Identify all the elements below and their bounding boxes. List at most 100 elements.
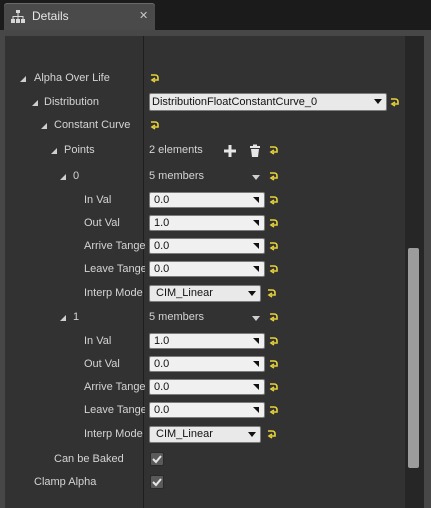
- property-label: Alpha Over Life: [34, 72, 110, 84]
- point-summary: 5 members: [149, 311, 205, 323]
- field-value: 0.0: [154, 240, 170, 252]
- row-arrive-tangent: Arrive Tange 0.0: [5, 236, 405, 259]
- can-be-baked-checkbox[interactable]: [150, 452, 164, 466]
- expand-arrow-icon[interactable]: [20, 76, 26, 82]
- plus-icon[interactable]: [223, 144, 237, 158]
- tab-title: Details: [32, 9, 69, 23]
- field-value: 0.0: [154, 194, 170, 206]
- out-val-field[interactable]: 1.0: [149, 215, 265, 231]
- row-clamp-alpha: Clamp Alpha: [5, 472, 405, 495]
- drag-handle-icon: [253, 384, 259, 390]
- clamp-alpha-checkbox[interactable]: [150, 475, 164, 489]
- field-value: 0.0: [154, 381, 170, 393]
- expand-arrow-icon[interactable]: [60, 315, 66, 321]
- in-val-field[interactable]: 0.0: [149, 192, 265, 208]
- row-out-val: Out Val 0.0: [5, 354, 405, 377]
- row-interp-mode: Interp Mode CIM_Linear: [5, 424, 405, 447]
- reset-to-default-icon[interactable]: [267, 403, 281, 417]
- close-icon[interactable]: ✕: [139, 9, 148, 22]
- row-point-1: 1 5 members: [5, 307, 405, 330]
- row-leave-tangent: Leave Tange 0.0: [5, 259, 405, 282]
- reset-to-default-icon[interactable]: [267, 193, 281, 207]
- reset-to-default-icon[interactable]: [267, 262, 281, 276]
- leave-tangent-field[interactable]: 0.0: [149, 402, 265, 418]
- row-in-val: In Val 1.0: [5, 331, 405, 354]
- expand-arrow-icon[interactable]: [41, 123, 47, 129]
- row-leave-tangent: Leave Tange 0.0: [5, 400, 405, 423]
- chevron-down-icon: [248, 291, 256, 296]
- interp-mode-value: CIM_Linear: [156, 287, 213, 299]
- distribution-dropdown[interactable]: DistributionFloatConstantCurve_0: [149, 93, 387, 111]
- drag-handle-icon: [253, 361, 259, 367]
- chevron-down-icon[interactable]: [252, 175, 260, 180]
- property-label: Out Val: [84, 358, 120, 370]
- row-in-val: In Val 0.0: [5, 190, 405, 213]
- point-summary: 5 members: [149, 170, 205, 182]
- row-constant-curve: Constant Curve: [5, 115, 405, 138]
- points-count: 2 elements: [149, 144, 203, 156]
- reset-to-default-icon[interactable]: [148, 118, 162, 132]
- hierarchy-icon: [11, 10, 25, 23]
- checkmark-icon: [152, 478, 162, 487]
- tab-bar: Details ✕: [0, 0, 431, 30]
- property-label: Can be Baked: [54, 453, 124, 465]
- interp-mode-value: CIM_Linear: [156, 428, 213, 440]
- reset-to-default-icon[interactable]: [267, 143, 281, 157]
- chevron-down-icon: [374, 99, 382, 104]
- expand-arrow-icon[interactable]: [51, 148, 57, 154]
- reset-to-default-icon[interactable]: [267, 216, 281, 230]
- reset-to-default-icon[interactable]: [267, 357, 281, 371]
- leave-tangent-field[interactable]: 0.0: [149, 261, 265, 277]
- out-val-field[interactable]: 0.0: [149, 356, 265, 372]
- chevron-down-icon[interactable]: [252, 316, 260, 321]
- row-distribution: Distribution DistributionFloatConstantCu…: [5, 92, 405, 115]
- reset-to-default-icon[interactable]: [267, 169, 281, 183]
- row-can-be-baked: Can be Baked: [5, 449, 405, 472]
- chevron-down-icon: [248, 432, 256, 437]
- scrollbar[interactable]: [405, 36, 424, 508]
- reset-to-default-icon[interactable]: [267, 239, 281, 253]
- field-value: 1.0: [154, 217, 170, 229]
- row-alpha-over-life: Alpha Over Life: [5, 68, 405, 91]
- property-label: Clamp Alpha: [34, 476, 97, 488]
- trash-icon[interactable]: [248, 144, 262, 158]
- property-label: Leave Tange: [84, 404, 145, 416]
- expand-arrow-icon[interactable]: [32, 100, 38, 106]
- distribution-value: DistributionFloatConstantCurve_0: [152, 96, 318, 108]
- interp-mode-dropdown[interactable]: CIM_Linear: [149, 426, 261, 443]
- field-value: 0.0: [154, 358, 170, 370]
- property-label: Distribution: [44, 96, 100, 108]
- checkmark-icon: [152, 455, 162, 464]
- drag-handle-icon: [253, 266, 259, 272]
- reset-to-default-icon[interactable]: [388, 95, 402, 109]
- arrive-tangent-field[interactable]: 0.0: [149, 238, 265, 254]
- reset-to-default-icon[interactable]: [265, 286, 279, 300]
- tab-details[interactable]: Details ✕: [4, 3, 155, 30]
- reset-to-default-icon[interactable]: [265, 427, 279, 441]
- reset-to-default-icon[interactable]: [267, 380, 281, 394]
- reset-to-default-icon[interactable]: [148, 71, 162, 85]
- drag-handle-icon: [253, 220, 259, 226]
- field-value: 1.0: [154, 335, 170, 347]
- in-val-field[interactable]: 1.0: [149, 333, 265, 349]
- field-value: 0.0: [154, 263, 170, 275]
- drag-handle-icon: [253, 243, 259, 249]
- reset-to-default-icon[interactable]: [267, 334, 281, 348]
- drag-handle-icon: [253, 407, 259, 413]
- reset-to-default-icon[interactable]: [267, 310, 281, 324]
- scrollbar-thumb[interactable]: [408, 248, 419, 468]
- property-label: In Val: [84, 335, 112, 347]
- interp-mode-dropdown[interactable]: CIM_Linear: [149, 285, 261, 302]
- property-label: Arrive Tange: [84, 240, 145, 252]
- row-arrive-tangent: Arrive Tange 0.0: [5, 377, 405, 400]
- field-value: 0.0: [154, 404, 170, 416]
- property-label: Interp Mode: [84, 428, 143, 440]
- property-label: Points: [64, 144, 95, 156]
- property-label: Arrive Tange: [84, 381, 145, 393]
- drag-handle-icon: [253, 338, 259, 344]
- arrive-tangent-field[interactable]: 0.0: [149, 379, 265, 395]
- row-out-val: Out Val 1.0: [5, 213, 405, 236]
- row-point-0: 0 5 members: [5, 166, 405, 189]
- expand-arrow-icon[interactable]: [60, 174, 66, 180]
- row-points: Points 2 elements: [5, 140, 405, 163]
